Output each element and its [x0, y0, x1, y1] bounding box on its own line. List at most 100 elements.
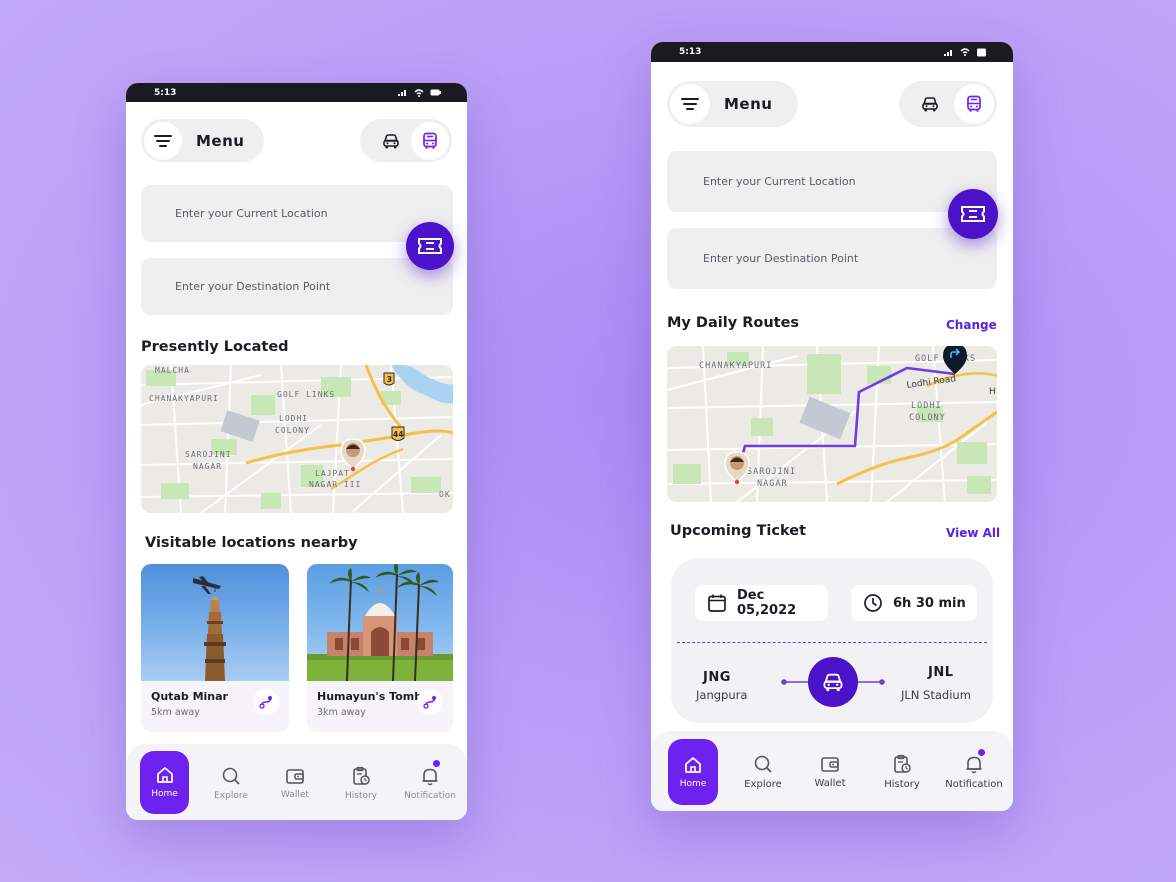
transport-mode-toggle	[360, 119, 452, 162]
map-label: LODHI	[279, 414, 308, 423]
map-label: CHANAKYAPURI	[149, 394, 219, 403]
nav-label: Explore	[214, 790, 248, 801]
destination-input[interactable]: Enter your Destination Point	[141, 258, 453, 315]
directions-button[interactable]	[417, 689, 443, 715]
daily-routes-title: My Daily Routes	[667, 315, 800, 331]
nav-notification[interactable]: Notification	[943, 747, 1005, 797]
history-icon	[353, 766, 370, 785]
map-label: OK	[439, 490, 451, 499]
menu-label: Menu	[724, 95, 773, 113]
wifi-icon	[414, 88, 424, 97]
map-label: NAGAR III	[309, 480, 361, 489]
map-label: NAGAR	[193, 462, 222, 471]
home-icon	[685, 756, 701, 773]
map-label: COLONY	[275, 426, 310, 435]
highway-number: 3	[387, 375, 393, 384]
bell-icon	[966, 756, 982, 774]
status-time: 5:13	[154, 87, 177, 98]
notification-badge	[433, 760, 440, 767]
view-all-link[interactable]: View All	[946, 526, 1000, 540]
search-icon	[222, 767, 240, 785]
nav-explore[interactable]: Explore	[206, 758, 256, 808]
bus-icon	[967, 95, 981, 112]
daily-route-map[interactable]: CHANAKYAPURI GOLF LINKS SAROJINI NAGAR L…	[667, 346, 997, 502]
nav-home[interactable]: Home	[668, 739, 718, 805]
signal-icon	[944, 49, 952, 56]
car-mode-button[interactable]	[372, 122, 410, 160]
car-mode-button[interactable]	[911, 85, 949, 123]
map-label: SAROJINI	[185, 450, 232, 459]
wallet-icon	[286, 768, 304, 784]
car-icon	[922, 97, 938, 112]
history-icon	[894, 754, 911, 773]
car-icon	[823, 673, 843, 692]
nearby-locations-title: Visitable locations nearby	[145, 535, 358, 551]
nav-wallet[interactable]: Wallet	[805, 747, 855, 797]
nav-label: Notification	[404, 790, 456, 801]
nav-history[interactable]: History	[877, 747, 927, 797]
ticket-duration-text: 6h 30 min	[893, 595, 966, 611]
current-location-input[interactable]: Enter your Current Location	[141, 185, 453, 242]
ticket-divider	[677, 642, 987, 643]
phone-screen-left: 5:13 Menu Enter your Current Location En…	[126, 83, 467, 820]
map-label: LODHI	[911, 401, 942, 411]
nav-home[interactable]: Home	[140, 751, 189, 814]
menu-label: Menu	[196, 131, 245, 150]
current-location-map[interactable]: MALCHA CHANAKYAPURI GOLF LINKS LODHI COL…	[141, 365, 453, 513]
place-card[interactable]: Humayun's Tomb 3km away	[307, 564, 453, 732]
highway-number: 44	[393, 430, 403, 439]
calendar-icon	[708, 594, 726, 612]
place-distance: 5km away	[151, 707, 200, 718]
menu-icon	[144, 121, 182, 160]
map-label: H	[989, 387, 996, 397]
upcoming-ticket-title: Upcoming Ticket	[670, 523, 807, 539]
upcoming-ticket-card[interactable]: Dec 05,2022 6h 30 min JNG Jangpura JNL J…	[671, 558, 993, 723]
ticket-button[interactable]	[406, 222, 454, 270]
change-route-link[interactable]: Change	[946, 318, 997, 332]
vehicle-badge	[808, 657, 858, 707]
map-label: SAROJINI	[747, 467, 796, 477]
transport-mode-toggle	[899, 81, 997, 127]
nav-label: Explore	[744, 779, 782, 790]
airplane-icon	[193, 576, 221, 594]
menu-button[interactable]: Menu	[667, 81, 798, 127]
place-card[interactable]: Qutab Minar 5km away	[141, 564, 289, 732]
nav-notification[interactable]: Notification	[402, 758, 458, 808]
presently-located-title: Presently Located	[141, 339, 289, 355]
ticket-icon	[961, 206, 985, 222]
bus-mode-button[interactable]	[411, 121, 449, 160]
ticket-button[interactable]	[948, 189, 998, 239]
current-location-input[interactable]: Enter your Current Location	[667, 151, 997, 212]
status-time: 5:13	[679, 47, 702, 57]
directions-button[interactable]	[253, 689, 279, 715]
place-distance: 3km away	[317, 707, 366, 718]
nav-explore[interactable]: Explore	[738, 747, 788, 797]
nav-label: Notification	[945, 779, 1003, 790]
place-photo	[307, 564, 453, 681]
ticket-duration: 6h 30 min	[851, 585, 977, 621]
bottom-navigation: Home Explore Wallet History Notification	[126, 744, 467, 820]
nav-label: Wallet	[814, 778, 846, 789]
nav-history[interactable]: History	[336, 758, 386, 808]
place-name: Humayun's Tomb	[317, 690, 423, 703]
status-icons	[944, 48, 987, 57]
destination-input[interactable]: Enter your Destination Point	[667, 228, 997, 289]
nav-wallet[interactable]: Wallet	[270, 758, 320, 808]
signal-icon	[398, 90, 406, 96]
origin-station-code: JNG	[703, 670, 731, 685]
car-icon	[383, 133, 399, 148]
nav-label: History	[884, 779, 920, 790]
map-label: NAGAR	[757, 479, 788, 489]
destination-station-code: JNL	[928, 665, 954, 680]
status-bar: 5:13	[651, 42, 1013, 62]
place-name: Qutab Minar	[151, 690, 228, 703]
menu-button[interactable]: Menu	[141, 119, 264, 162]
wallet-icon	[821, 757, 839, 772]
nav-label: Wallet	[281, 789, 309, 800]
bus-mode-button[interactable]	[954, 84, 994, 124]
route-icon	[423, 696, 436, 709]
phone-screen-right: 5:13 Menu Enter your Current Location En…	[651, 42, 1013, 811]
map-label: MALCHA	[155, 366, 190, 375]
status-icons	[398, 88, 441, 97]
map-label: GOLF LINKS	[277, 390, 335, 399]
